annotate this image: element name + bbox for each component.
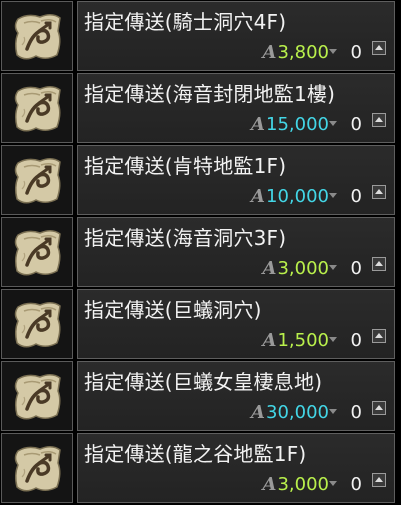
adena-icon: A	[251, 114, 266, 135]
item-info-panel[interactable]: 指定傳送(騎士洞穴4F) A3,800 0	[77, 1, 395, 71]
item-name: 指定傳送(海音洞穴3F)	[84, 226, 287, 250]
item-price: 3,800	[277, 42, 329, 63]
price-display: A15,000	[251, 114, 329, 136]
arrow-down-icon[interactable]	[329, 265, 337, 270]
price-display: A3,000	[263, 474, 330, 496]
item-icon-slot[interactable]	[1, 73, 73, 143]
item-price: 1,500	[277, 330, 329, 351]
item-icon-slot[interactable]	[1, 361, 73, 431]
arrow-up-icon[interactable]	[372, 329, 386, 343]
shop-row: 指定傳送(海音封閉地監1樓) A15,000 0	[0, 72, 401, 144]
quantity-value[interactable]: 0	[351, 258, 362, 280]
item-info-panel[interactable]: 指定傳送(巨蟻洞穴) A1,500 0	[77, 289, 395, 359]
item-name: 指定傳送(巨蟻女皇棲息地)	[84, 370, 323, 394]
item-icon-slot[interactable]	[1, 145, 73, 215]
adena-icon: A	[251, 402, 266, 423]
item-info-panel[interactable]: 指定傳送(龍之谷地監1F) A3,000 0	[77, 433, 395, 503]
item-icon-slot[interactable]	[1, 289, 73, 359]
quantity-value[interactable]: 0	[351, 330, 362, 352]
arrow-down-icon[interactable]	[329, 337, 337, 342]
quantity-value[interactable]: 0	[351, 42, 362, 64]
item-icon-slot[interactable]	[1, 433, 73, 503]
item-name: 指定傳送(騎士洞穴4F)	[84, 10, 287, 34]
teleport-scroll-icon	[14, 374, 61, 420]
shop-row: 指定傳送(肯特地監1F) A10,000 0	[0, 144, 401, 216]
item-price: 3,000	[277, 474, 329, 495]
arrow-down-icon[interactable]	[329, 481, 337, 486]
arrow-down-icon[interactable]	[329, 193, 337, 198]
shop-row: 指定傳送(巨蟻女皇棲息地) A30,000 0	[0, 360, 401, 432]
arrow-up-icon[interactable]	[372, 473, 386, 487]
arrow-up-icon[interactable]	[372, 401, 386, 415]
item-name: 指定傳送(海音封閉地監1樓)	[84, 82, 336, 106]
item-price: 30,000	[266, 402, 329, 423]
quantity-value[interactable]: 0	[351, 474, 362, 496]
teleport-scroll-icon	[14, 302, 61, 348]
adena-icon: A	[262, 42, 277, 63]
arrow-down-icon[interactable]	[329, 49, 337, 54]
item-icon-slot[interactable]	[1, 1, 73, 71]
item-name: 指定傳送(龍之谷地監1F)	[84, 442, 307, 466]
teleport-scroll-icon	[14, 230, 61, 276]
adena-icon: A	[262, 474, 277, 495]
item-price: 15,000	[266, 114, 329, 135]
item-info-panel[interactable]: 指定傳送(海音洞穴3F) A3,000 0	[77, 217, 395, 287]
shop-row: 指定傳送(海音洞穴3F) A3,000 0	[0, 216, 401, 288]
arrow-up-icon[interactable]	[372, 41, 386, 55]
adena-icon: A	[251, 186, 266, 207]
adena-icon: A	[262, 258, 277, 279]
item-name: 指定傳送(肯特地監1F)	[84, 154, 287, 178]
item-name: 指定傳送(巨蟻洞穴)	[84, 298, 262, 322]
teleport-scroll-icon	[14, 86, 61, 132]
price-display: A30,000	[251, 402, 329, 424]
quantity-value[interactable]: 0	[351, 114, 362, 136]
item-info-panel[interactable]: 指定傳送(巨蟻女皇棲息地) A30,000 0	[77, 361, 395, 431]
item-price: 3,000	[277, 258, 329, 279]
price-display: A3,800	[263, 42, 330, 64]
shop-row: 指定傳送(騎士洞穴4F) A3,800 0	[0, 0, 401, 72]
item-info-panel[interactable]: 指定傳送(海音封閉地監1樓) A15,000 0	[77, 73, 395, 143]
teleport-scroll-shop-list: 指定傳送(騎士洞穴4F) A3,800 0 指定傳送(海音封閉地監1樓) A15…	[0, 0, 401, 505]
arrow-up-icon[interactable]	[372, 257, 386, 271]
item-info-panel[interactable]: 指定傳送(肯特地監1F) A10,000 0	[77, 145, 395, 215]
arrow-up-icon[interactable]	[372, 113, 386, 127]
shop-row: 指定傳送(龍之谷地監1F) A3,000 0	[0, 432, 401, 504]
teleport-scroll-icon	[14, 158, 61, 204]
teleport-scroll-icon	[14, 446, 61, 492]
arrow-down-icon[interactable]	[329, 409, 337, 414]
price-display: A1,500	[263, 330, 330, 352]
price-display: A10,000	[251, 186, 329, 208]
price-display: A3,000	[263, 258, 330, 280]
adena-icon: A	[262, 330, 277, 351]
quantity-value[interactable]: 0	[351, 402, 362, 424]
shop-row: 指定傳送(巨蟻洞穴) A1,500 0	[0, 288, 401, 360]
quantity-value[interactable]: 0	[351, 186, 362, 208]
item-icon-slot[interactable]	[1, 217, 73, 287]
arrow-up-icon[interactable]	[372, 185, 386, 199]
item-price: 10,000	[266, 186, 329, 207]
arrow-down-icon[interactable]	[329, 121, 337, 126]
teleport-scroll-icon	[14, 14, 61, 60]
